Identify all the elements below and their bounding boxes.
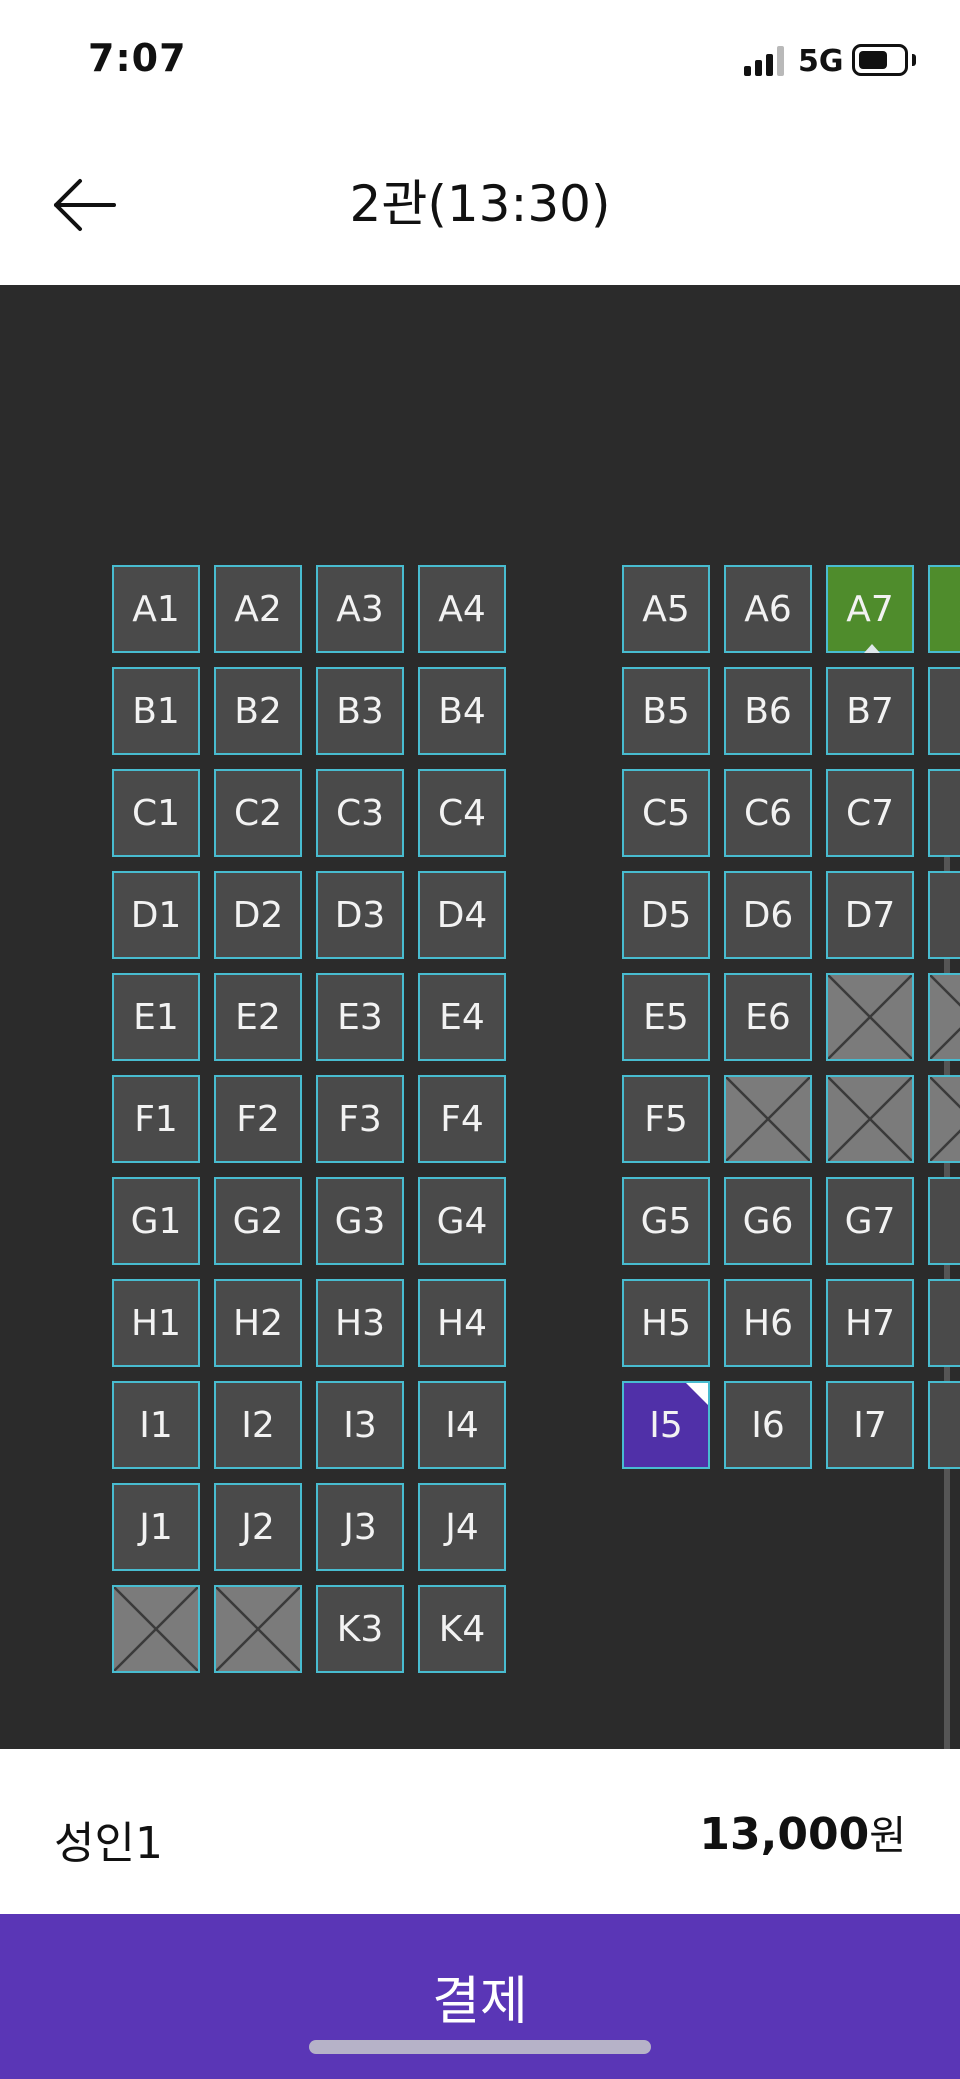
seat-k1 [112,1585,200,1673]
seat-k4[interactable]: K4 [418,1585,506,1673]
seat-e7 [826,973,914,1061]
seat-f4[interactable]: F4 [418,1075,506,1163]
total-price: 13,000원 [699,1803,906,1861]
ticket-type: 성인1 [54,1818,163,1869]
seat-i3[interactable]: I3 [316,1381,404,1469]
status-time: 7:07 [88,36,187,80]
seat-i5[interactable]: I5 [622,1381,710,1469]
seat-h8[interactable]: H [928,1279,960,1367]
seat-j3[interactable]: J3 [316,1483,404,1571]
seat-e2[interactable]: E2 [214,973,302,1061]
seat-a4[interactable]: A4 [418,565,506,653]
seat-f7 [826,1075,914,1163]
seat-b5[interactable]: B5 [622,667,710,755]
seat-a6[interactable]: A6 [724,565,812,653]
seat-f5[interactable]: F5 [622,1075,710,1163]
seat-c4[interactable]: C4 [418,769,506,857]
seat-e4[interactable]: E4 [418,973,506,1061]
seat-a7[interactable]: A7 [826,565,914,653]
seat-b2[interactable]: B2 [214,667,302,755]
seat-d6[interactable]: D6 [724,871,812,959]
seat-c7[interactable]: C7 [826,769,914,857]
page-title: 2관(13:30) [349,175,611,233]
seat-i4[interactable]: I4 [418,1381,506,1469]
seat-e3[interactable]: E3 [316,973,404,1061]
seat-c6[interactable]: C6 [724,769,812,857]
seat-d4[interactable]: D4 [418,871,506,959]
seat-k3[interactable]: K3 [316,1585,404,1673]
seat-g5[interactable]: G5 [622,1177,710,1265]
seat-b3[interactable]: B3 [316,667,404,755]
seat-h6[interactable]: H6 [724,1279,812,1367]
seat-h5[interactable]: H5 [622,1279,710,1367]
seat-c5[interactable]: C5 [622,769,710,857]
seat-g2[interactable]: G2 [214,1177,302,1265]
seat-b6[interactable]: B6 [724,667,812,755]
seat-g6[interactable]: G6 [724,1177,812,1265]
seat-j1[interactable]: J1 [112,1483,200,1571]
seat-h7[interactable]: H7 [826,1279,914,1367]
pay-button[interactable]: 결제 [0,1914,960,2079]
seat-i7[interactable]: I7 [826,1381,914,1469]
seat-h1[interactable]: H1 [112,1279,200,1367]
seat-e1[interactable]: E1 [112,973,200,1061]
price-currency: 원 [869,1813,906,1859]
seat-f1[interactable]: F1 [112,1075,200,1163]
seat-c2[interactable]: C2 [214,769,302,857]
cellular-signal-icon [744,46,786,76]
seat-g3[interactable]: G3 [316,1177,404,1265]
seat-a3[interactable]: A3 [316,565,404,653]
seat-d7[interactable]: D7 [826,871,914,959]
seat-j4[interactable]: J4 [418,1483,506,1571]
order-summary: 성인1 13,000원 [0,1749,960,1914]
seat-b8[interactable]: B [928,667,960,755]
seat-d8[interactable]: D [928,871,960,959]
seat-k2 [214,1585,302,1673]
seat-c8[interactable]: C [928,769,960,857]
seat-a1[interactable]: A1 [112,565,200,653]
seat-i6[interactable]: I6 [724,1381,812,1469]
seat-g1[interactable]: G1 [112,1177,200,1265]
seat-f6 [724,1075,812,1163]
header: 2관(13:30) [0,120,960,285]
seat-f2[interactable]: F2 [214,1075,302,1163]
seat-c3[interactable]: C3 [316,769,404,857]
seat-i8[interactable] [928,1381,960,1469]
seat-e6[interactable]: E6 [724,973,812,1061]
seat-d1[interactable]: D1 [112,871,200,959]
seat-d3[interactable]: D3 [316,871,404,959]
seat-h4[interactable]: H4 [418,1279,506,1367]
status-bar: 7:07 5G [0,0,960,120]
seat-e8 [928,973,960,1061]
home-indicator [309,2040,651,2054]
seat-e5[interactable]: E5 [622,973,710,1061]
seat-g4[interactable]: G4 [418,1177,506,1265]
seat-a5[interactable]: A5 [622,565,710,653]
price-amount: 13,000 [699,1809,870,1860]
seat-i1[interactable]: I1 [112,1381,200,1469]
battery-cap [912,54,916,66]
seat-f8 [928,1075,960,1163]
seat-a8[interactable]: A [928,565,960,653]
seat-g8[interactable]: G [928,1177,960,1265]
seat-map: 일반 장애 A1A2A3A4B1B2B3B4C1C2C3C4D1D2D3D4E1… [0,285,960,1749]
seat-c1[interactable]: C1 [112,769,200,857]
battery-icon [852,44,908,76]
seat-f3[interactable]: F3 [316,1075,404,1163]
seat-b7[interactable]: B7 [826,667,914,755]
seat-h2[interactable]: H2 [214,1279,302,1367]
seat-h3[interactable]: H3 [316,1279,404,1367]
seat-i2[interactable]: I2 [214,1381,302,1469]
seat-b4[interactable]: B4 [418,667,506,755]
seat-d2[interactable]: D2 [214,871,302,959]
seat-d5[interactable]: D5 [622,871,710,959]
seat-g7[interactable]: G7 [826,1177,914,1265]
seat-b1[interactable]: B1 [112,667,200,755]
seat-a2[interactable]: A2 [214,565,302,653]
network-type: 5G [798,44,844,79]
seat-j2[interactable]: J2 [214,1483,302,1571]
